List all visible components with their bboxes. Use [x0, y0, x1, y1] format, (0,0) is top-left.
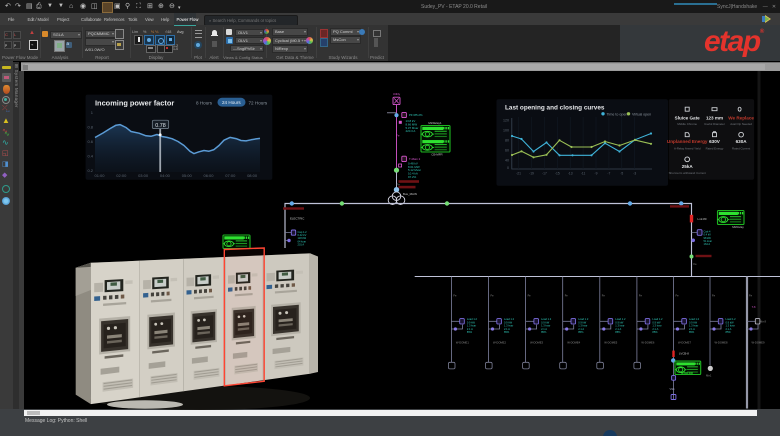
svg-text:60: 60 [505, 148, 509, 152]
svg-text:03:00: 03:00 [138, 173, 149, 178]
svg-text:123 mm: 123 mm [706, 116, 723, 121]
svg-text:-9: -9 [595, 172, 598, 176]
svg-text:W-DOME3: W-DOME3 [530, 341, 543, 345]
svg-text:Fe: Fe [694, 262, 698, 266]
svg-text:-21: -21 [516, 172, 521, 176]
svg-text:85%: 85% [726, 330, 732, 334]
svg-text:-15: -15 [555, 172, 560, 176]
svg-text:0.2: 0.2 [87, 168, 93, 173]
svg-text:100: 100 [503, 129, 509, 133]
svg-text:PF=85.2%: PF=85.2% [409, 113, 423, 117]
svg-text:Mtr1: Mtr1 [706, 374, 712, 378]
svg-text:24 Hours: 24 Hours [222, 100, 241, 105]
svg-text:Rated Energy: Rated Energy [706, 147, 724, 151]
svg-text:Incoming power factor: Incoming power factor [95, 99, 174, 108]
svg-text:164 A: 164 A [704, 242, 711, 246]
svg-text:40: 40 [505, 158, 509, 162]
svg-text:-13: -13 [568, 172, 573, 176]
svg-text:Fe: Fe [712, 294, 716, 298]
svg-text:T-Main 2: T-Main 2 [409, 157, 421, 161]
svg-text:ELECTRIC: ELECTRIC [290, 217, 304, 221]
svg-text:Fe: Fe [396, 134, 400, 138]
svg-text:06:00: 06:00 [203, 173, 214, 178]
svg-text:08:00: 08:00 [247, 173, 258, 178]
svg-text:05:00: 05:00 [182, 173, 193, 178]
svg-text:120: 120 [503, 119, 509, 123]
svg-text:Fe: Fe [528, 294, 532, 298]
svg-text:80: 80 [505, 138, 509, 142]
svg-text:8 Hours: 8 Hours [196, 100, 213, 105]
svg-text:Fe: Fe [676, 294, 680, 298]
svg-text:04:00: 04:00 [160, 173, 171, 178]
svg-text:Ln2-80: Ln2-80 [698, 217, 707, 221]
svg-text:Fe: Fe [749, 294, 753, 298]
svg-text:0.8: 0.8 [87, 125, 93, 130]
svg-text:Mtr 8: Mtr 8 [760, 320, 766, 324]
svg-text:Useful Diameter: Useful Diameter [704, 122, 725, 126]
svg-text:W-DOME2: W-DOME2 [493, 341, 506, 345]
svg-text:Fe: Fe [491, 294, 495, 298]
svg-text:85%: 85% [578, 330, 584, 334]
svg-text:85%: 85% [504, 330, 510, 334]
svg-text:-11: -11 [581, 172, 586, 176]
svg-text:W-DOME1: W-DOME1 [456, 341, 469, 345]
svg-text:Fe: Fe [602, 294, 606, 298]
svg-text:Fe: Fe [453, 294, 457, 298]
svg-text:85%: 85% [652, 330, 658, 334]
svg-text:85%: 85% [689, 330, 695, 334]
svg-text:Short-term withstand Current: Short-term withstand Current [669, 171, 706, 175]
svg-text:Unplanned Energy: Unplanned Energy [667, 139, 708, 144]
svg-text:CB-MFR: CB-MFR [431, 153, 442, 157]
svg-text:W-DOME4: W-DOME4 [567, 341, 580, 345]
svg-text:W-DOME6: W-DOME6 [641, 341, 654, 345]
svg-text:Virtual open: Virtual open [632, 113, 651, 117]
svg-text:0.6: 0.6 [87, 139, 93, 144]
svg-text:07:00: 07:00 [225, 173, 236, 178]
svg-text:Vfd1: Vfd1 [670, 388, 676, 391]
svg-text:Bus_MAIN: Bus_MAIN [403, 192, 417, 196]
svg-text:01:00: 01:00 [94, 173, 105, 178]
svg-text:Fe: Fe [639, 294, 643, 298]
svg-text:Utility: Utility [393, 92, 401, 96]
svg-text:Last opening and closing curve: Last opening and closing curves [505, 105, 605, 112]
svg-text:W-DOME5: W-DOME5 [604, 341, 617, 345]
svg-text:420.3 A: 420.3 A [406, 129, 416, 133]
svg-text:Avail Op Needed: Avail Op Needed [730, 122, 752, 126]
svg-text:MtrRelay1: MtrRelay1 [428, 121, 442, 125]
svg-text:0.78: 0.78 [155, 123, 166, 129]
svg-text:Middle Chrome: Middle Chrome [677, 122, 697, 126]
svg-text:W-DOME8: W-DOME8 [715, 341, 728, 345]
svg-text:W-DOME9: W-DOME9 [752, 341, 765, 345]
svg-text:-7: -7 [607, 172, 610, 176]
svg-text:MtrRelay: MtrRelay [732, 225, 744, 229]
svg-text:Fe: Fe [565, 294, 569, 298]
svg-text:0.4: 0.4 [87, 154, 93, 159]
svg-text:Sluice Gate: Sluice Gate [675, 116, 700, 121]
svg-text:85%: 85% [615, 330, 621, 334]
svg-text:72 Hours: 72 Hours [249, 100, 268, 105]
svg-text:LVCB-8: LVCB-8 [679, 351, 689, 355]
svg-text:25kA: 25kA [682, 164, 694, 169]
svg-text:T-8: T-8 [752, 306, 756, 309]
svg-text:97.2%: 97.2% [408, 175, 417, 179]
svg-text:630V: 630V [709, 139, 721, 144]
svg-text:85%: 85% [541, 330, 547, 334]
svg-text:Rated Current: Rated Current [732, 147, 750, 151]
svg-text:-3: -3 [633, 172, 636, 176]
svg-text:02:00: 02:00 [116, 173, 127, 178]
svg-text:630A: 630A [736, 139, 748, 144]
svg-text:MTRFDR: MTRFDR [681, 371, 693, 375]
svg-text:-17: -17 [542, 172, 547, 176]
svg-text:85%: 85% [467, 330, 473, 334]
svg-text:A-Relay Armed Yield: A-Relay Armed Yield [674, 147, 701, 151]
svg-text:0: 0 [507, 166, 509, 170]
svg-text:Time to open: Time to open [607, 113, 628, 117]
svg-text:We Replace: We Replace [728, 116, 754, 121]
svg-text:W-DOME7: W-DOME7 [678, 341, 691, 345]
svg-text:-5: -5 [620, 172, 623, 176]
svg-text:-19: -19 [529, 172, 534, 176]
svg-text:201 A: 201 A [298, 243, 305, 247]
